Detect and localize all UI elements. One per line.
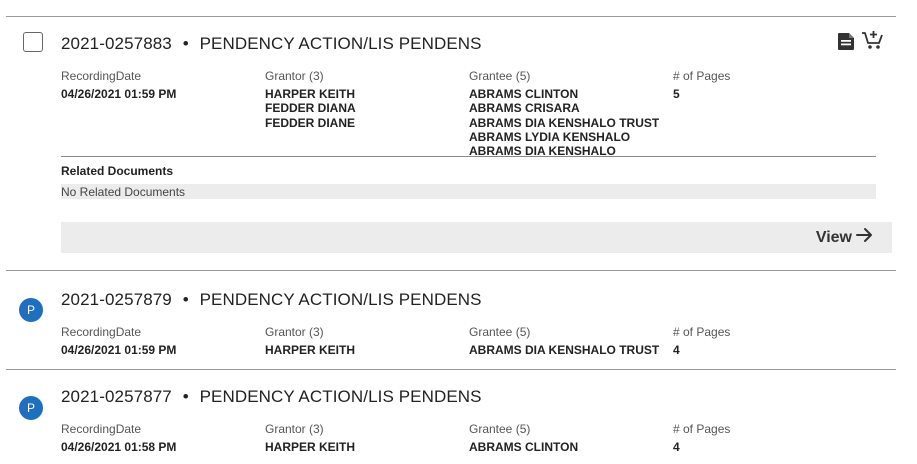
record-doc-type: PENDENCY ACTION/LIS PENDENS xyxy=(199,34,482,53)
grantor-name: FEDDER DIANA xyxy=(265,101,356,116)
record-doc-type: PENDENCY ACTION/LIS PENDENS xyxy=(199,290,482,309)
pages-value: 5 xyxy=(673,87,680,101)
related-documents-title: Related Documents xyxy=(61,164,174,178)
grantee-name: ABRAMS LYDIA KENSHALO xyxy=(469,129,631,144)
record-number: 2021-0257879 xyxy=(61,290,172,309)
grantor-name: FEDDER DIANE xyxy=(265,115,356,130)
grantor-label: Grantor (3) xyxy=(265,69,324,83)
grantor-list: HARPER KEITH FEDDER DIANA FEDDER DIANE xyxy=(265,87,356,130)
grantee-name: ABRAMS CLINTON xyxy=(469,87,579,101)
grantee-label: Grantee (5) xyxy=(469,422,531,436)
pages-label: # of Pages xyxy=(673,422,731,436)
top-divider xyxy=(6,16,896,17)
title-separator: • xyxy=(182,34,189,53)
recording-date-value: 04/26/2021 01:59 PM xyxy=(61,343,177,357)
grantee-label: Grantee (5) xyxy=(469,69,531,83)
add-to-cart-icon[interactable] xyxy=(861,29,885,56)
record-doc-type: PENDENCY ACTION/LIS PENDENS xyxy=(199,387,482,406)
pages-label: # of Pages xyxy=(673,325,731,339)
grantee-name: ABRAMS DIA KENSHALO TRUST xyxy=(469,115,660,130)
grantor-name: HARPER KEITH xyxy=(265,87,356,101)
record-title[interactable]: 2021-0257879 • PENDENCY ACTION/LIS PENDE… xyxy=(61,290,482,310)
document-icon[interactable] xyxy=(836,31,856,56)
grantee-list: ABRAMS CLINTON ABRAMS CRISARA ABRAMS DIA… xyxy=(469,87,659,157)
grantor-name: HARPER KEITH xyxy=(265,440,356,454)
record-title[interactable]: 2021-0257877 • PENDENCY ACTION/LIS PENDE… xyxy=(61,387,482,407)
recording-date-value: 04/26/2021 01:59 PM xyxy=(61,87,177,101)
grantee-label: Grantee (5) xyxy=(469,325,531,339)
p-badge: P xyxy=(19,396,43,420)
record-number: 2021-0257883 xyxy=(61,34,172,53)
record-divider xyxy=(6,369,896,370)
p-badge: P xyxy=(19,298,43,322)
record-number: 2021-0257877 xyxy=(61,387,172,406)
grantor-label: Grantor (3) xyxy=(265,422,324,436)
grantor-name: HARPER KEITH xyxy=(265,343,356,357)
record-divider xyxy=(6,270,896,271)
pages-value: 4 xyxy=(673,343,680,357)
recording-date-label: RecordingDate xyxy=(61,325,142,339)
recording-date-value: 04/26/2021 01:58 PM xyxy=(61,440,177,454)
pages-value: 4 xyxy=(673,440,680,454)
select-checkbox[interactable] xyxy=(23,32,43,52)
grantee-name: ABRAMS CRISARA xyxy=(469,101,580,116)
related-documents-empty: No Related Documents xyxy=(61,185,186,199)
view-bar: View xyxy=(61,222,892,253)
title-separator: • xyxy=(182,290,189,309)
view-label: View xyxy=(815,228,852,246)
related-divider xyxy=(61,156,876,157)
pages-label: # of Pages xyxy=(673,69,731,83)
recording-date-label: RecordingDate xyxy=(61,69,142,83)
record-title[interactable]: 2021-0257883 • PENDENCY ACTION/LIS PENDE… xyxy=(61,34,482,54)
grantee-name: ABRAMS DIA KENSHALO TRUST xyxy=(469,343,660,357)
arrow-right-icon xyxy=(856,227,874,248)
view-button[interactable]: View xyxy=(816,227,874,248)
grantee-name: ABRAMS CLINTON xyxy=(469,440,579,454)
recording-date-label: RecordingDate xyxy=(61,422,142,436)
related-documents-list: No Related Documents xyxy=(61,184,876,199)
title-separator: • xyxy=(182,387,189,406)
grantor-label: Grantor (3) xyxy=(265,325,324,339)
